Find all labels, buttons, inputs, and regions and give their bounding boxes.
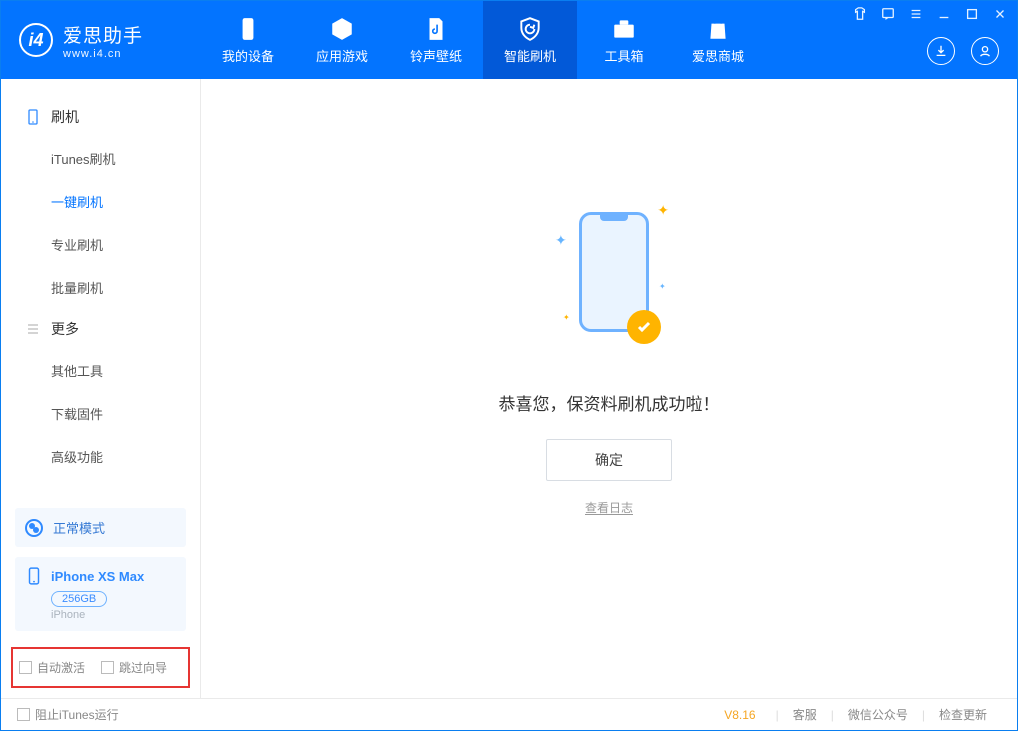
checkbox-block-itunes[interactable]: 阻止iTunes运行 [17,706,119,723]
check-badge-icon [627,310,661,344]
logo[interactable]: i4 爱思助手 www.i4.cn [1,21,201,60]
sidebar-item-oneclick-flash[interactable]: 一键刷机 [1,180,200,223]
tab-smart-flash[interactable]: 智能刷机 [483,1,577,79]
device-capacity: 256GB [51,591,107,607]
feedback-icon[interactable] [881,7,895,24]
sidebar-item-pro-flash[interactable]: 专业刷机 [1,223,200,266]
shield-refresh-icon [517,16,543,42]
app-header: i4 爱思助手 www.i4.cn 我的设备 应用游戏 铃声壁纸 智能刷机 工具… [1,1,1017,79]
logo-text: 爱思助手 www.i4.cn [63,21,143,60]
device-mode[interactable]: 正常模式 [15,508,186,547]
tab-my-device[interactable]: 我的设备 [201,1,295,79]
close-icon[interactable] [993,7,1007,24]
success-message: 恭喜您，保资料刷机成功啦！ [499,390,720,415]
checkbox-skip-guide[interactable]: 跳过向导 [101,659,167,676]
phone-outline-icon [25,567,43,585]
sidebar-item-other-tools[interactable]: 其他工具 [1,349,200,392]
app-body: 刷机 iTunes刷机 一键刷机 专业刷机 批量刷机 更多 其他工具 下载固件 … [1,79,1017,698]
window-controls [853,7,1007,24]
sparkle-icon: ✦ [657,202,669,219]
minimize-icon[interactable] [937,7,951,24]
maximize-icon[interactable] [965,7,979,24]
section-flash[interactable]: 刷机 [1,97,200,137]
sidebar-nav: 刷机 iTunes刷机 一键刷机 专业刷机 批量刷机 更多 其他工具 下载固件 … [1,79,200,498]
main-content: ✦ ✦ ✦ ✦ 恭喜您，保资料刷机成功啦！ 确定 查看日志 [201,79,1017,698]
checkbox-icon [19,661,32,674]
checkbox-icon [101,661,114,674]
main-tabs: 我的设备 应用游戏 铃声壁纸 智能刷机 工具箱 爱思商城 [201,1,765,79]
view-log-link[interactable]: 查看日志 [585,499,633,516]
device-name: iPhone XS Max [51,569,144,584]
options-highlight: 自动激活 跳过向导 [11,647,190,688]
download-icon[interactable] [927,37,955,65]
sidebar-item-batch-flash[interactable]: 批量刷机 [1,266,200,309]
status-bar: 阻止iTunes运行 V8.16 | 客服 | 微信公众号 | 检查更新 [1,698,1017,730]
sidebar-item-advanced[interactable]: 高级功能 [1,435,200,478]
user-icon[interactable] [971,37,999,65]
sparkle-icon: ✦ [555,232,567,249]
section-title: 更多 [51,319,79,339]
music-file-icon [423,16,449,42]
checkbox-label: 自动激活 [37,659,85,676]
device-card[interactable]: iPhone XS Max 256GB iPhone [15,557,186,631]
footer-link-support[interactable]: 客服 [779,706,831,723]
menu-icon[interactable] [909,7,923,24]
phone-icon [235,16,261,42]
section-more[interactable]: 更多 [1,309,200,349]
mode-icon [25,519,43,537]
logo-icon: i4 [19,23,53,57]
tab-label: 爱思商城 [692,46,744,65]
ok-button[interactable]: 确定 [546,439,672,481]
app-name-en: www.i4.cn [63,48,143,60]
checkbox-label: 跳过向导 [119,659,167,676]
sidebar-item-download-firmware[interactable]: 下载固件 [1,392,200,435]
sidebar-item-itunes-flash[interactable]: iTunes刷机 [1,137,200,180]
tab-label: 我的设备 [222,46,274,65]
version-label: V8.16 [724,708,755,722]
section-title: 刷机 [51,107,79,127]
checkbox-label: 阻止iTunes运行 [35,706,119,723]
cube-icon [329,16,355,42]
tab-label: 铃声壁纸 [410,46,462,65]
sparkle-icon: ✦ [563,313,570,322]
footer-link-update[interactable]: 检查更新 [925,706,1001,723]
checkbox-icon [17,708,30,721]
tab-label: 工具箱 [604,46,643,65]
list-icon [25,321,41,337]
tab-ringtones-wallpapers[interactable]: 铃声壁纸 [389,1,483,79]
tab-store[interactable]: 爱思商城 [671,1,765,79]
tab-apps-games[interactable]: 应用游戏 [295,1,389,79]
header-right-icons [927,37,999,65]
sidebar: 刷机 iTunes刷机 一键刷机 专业刷机 批量刷机 更多 其他工具 下载固件 … [1,79,201,698]
checkbox-auto-activate[interactable]: 自动激活 [19,659,85,676]
app-name-cn: 爱思助手 [63,21,143,48]
bag-icon [705,16,731,42]
toolbox-icon [611,16,637,42]
device-icon [25,109,41,125]
sparkle-icon: ✦ [659,282,666,291]
tab-toolbox[interactable]: 工具箱 [577,1,671,79]
device-type: iPhone [51,609,176,621]
success-illustration: ✦ ✦ ✦ ✦ [549,202,669,362]
tab-label: 应用游戏 [316,46,368,65]
device-block: 正常模式 iPhone XS Max 256GB iPhone [1,498,200,641]
footer-link-wechat[interactable]: 微信公众号 [834,706,922,723]
mode-label: 正常模式 [53,518,105,537]
skin-icon[interactable] [853,7,867,24]
tab-label: 智能刷机 [504,46,556,65]
